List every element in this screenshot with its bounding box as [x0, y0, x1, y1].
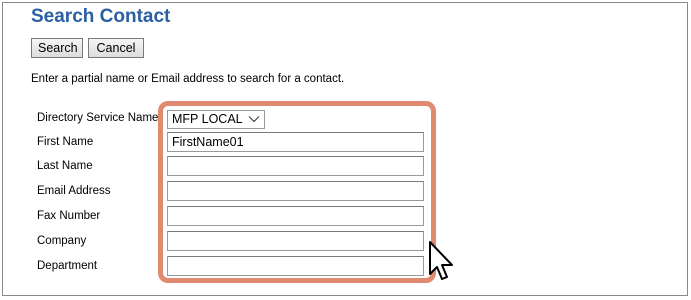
department-label: Department	[37, 260, 98, 272]
department-field[interactable]	[167, 256, 424, 276]
chevron-down-icon	[248, 116, 260, 123]
email-address-label: Email Address	[37, 185, 111, 197]
last-name-label: Last Name	[37, 160, 93, 172]
last-name-field[interactable]	[167, 156, 424, 176]
search-button[interactable]: Search	[31, 38, 83, 58]
instruction-text: Enter a partial name or Email address to…	[31, 73, 345, 85]
first-name-field[interactable]	[167, 132, 424, 152]
email-address-field[interactable]	[167, 181, 424, 201]
cancel-button[interactable]: Cancel	[88, 38, 144, 58]
directory-service-value: MFP LOCAL	[172, 112, 243, 126]
directory-service-label: Directory Service Name	[37, 112, 159, 124]
first-name-label: First Name	[37, 136, 94, 148]
fax-number-label: Fax Number	[37, 210, 101, 222]
fax-number-field[interactable]	[167, 206, 424, 226]
directory-service-select[interactable]: MFP LOCAL	[167, 110, 265, 129]
company-label: Company	[37, 235, 87, 247]
page-title: Search Contact	[31, 6, 171, 27]
company-field[interactable]	[167, 231, 424, 251]
